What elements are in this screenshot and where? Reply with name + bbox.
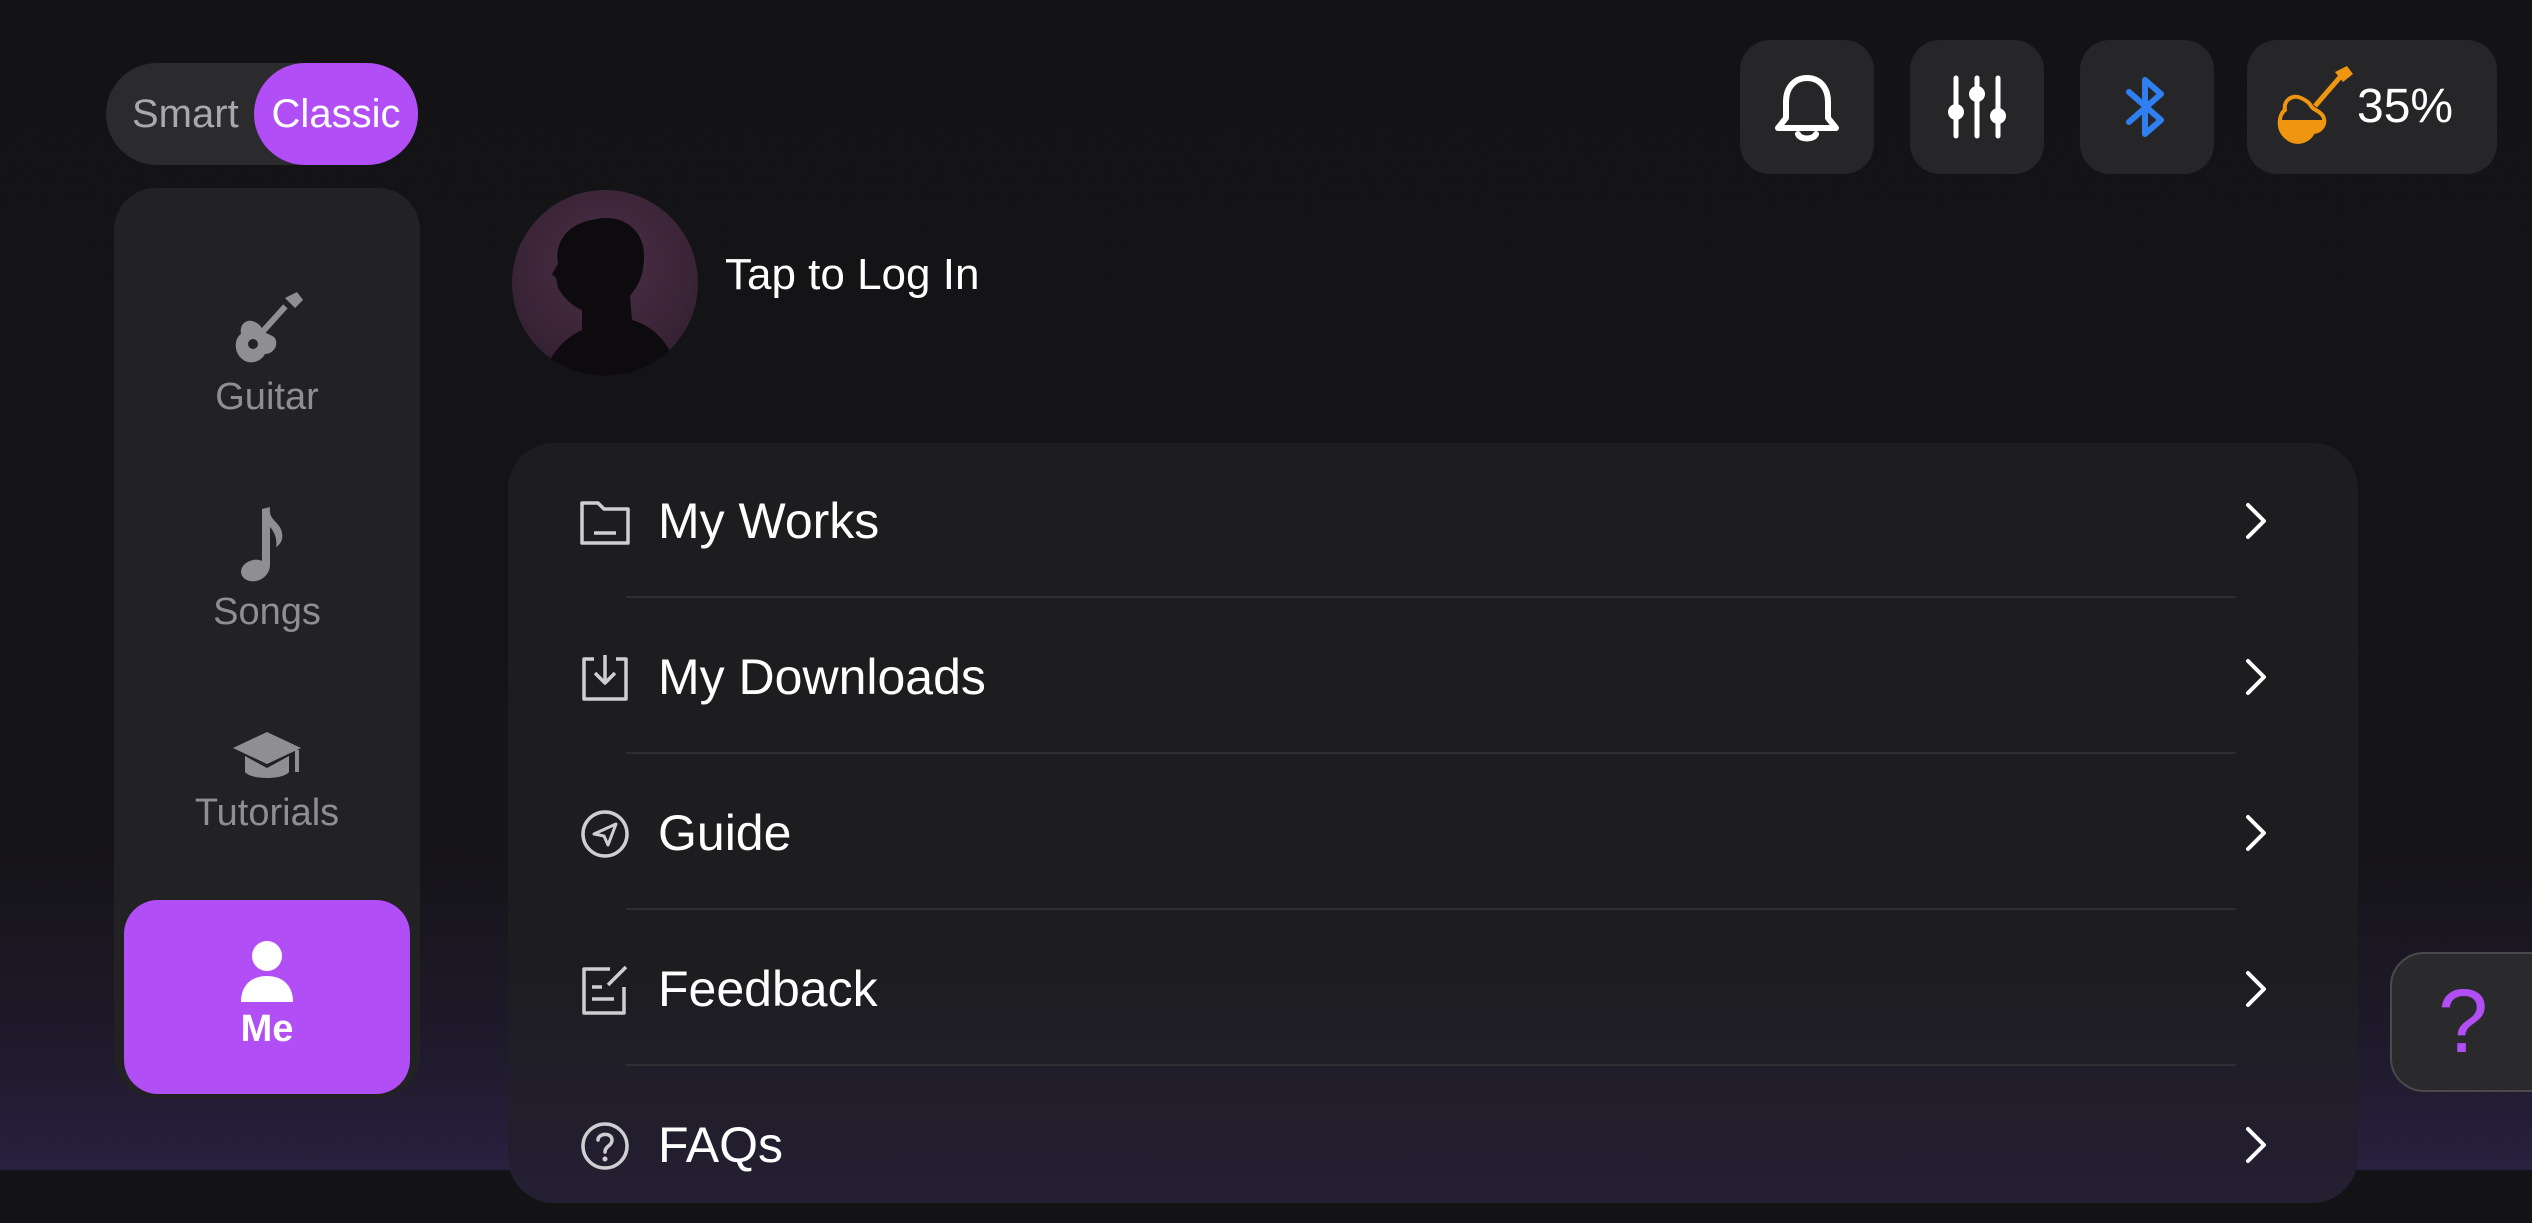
sidebar-item-label: Tutorials <box>194 792 340 834</box>
notifications-button[interactable] <box>1740 40 1874 174</box>
mode-toggle[interactable]: Smart Classic <box>106 63 418 165</box>
divider <box>626 908 2236 910</box>
sidebar-item-label: Me <box>240 1008 294 1050</box>
sidebar-item-tutorials[interactable]: Tutorials <box>114 728 420 835</box>
sidebar-item-guitar[interactable]: Guitar <box>114 288 420 419</box>
download-icon <box>582 655 628 701</box>
divider <box>626 1064 2236 1066</box>
bluetooth-icon <box>2126 77 2164 137</box>
battery-guitar-icon <box>2277 66 2353 144</box>
chevron-right-icon <box>2246 659 2266 695</box>
chevron-right-icon <box>2246 815 2266 851</box>
login-prompt[interactable]: Tap to Log In <box>725 250 979 300</box>
mode-classic-option[interactable]: Classic <box>254 63 418 165</box>
sidebar-item-label: Songs <box>213 591 321 633</box>
graduation-cap-icon <box>233 732 301 778</box>
menu-item-my-works[interactable]: My Works <box>508 443 2358 599</box>
help-button[interactable]: ? <box>2390 952 2532 1092</box>
user-silhouette-icon <box>542 217 680 376</box>
avatar[interactable] <box>512 190 698 376</box>
feedback-icon <box>582 965 628 1015</box>
sidebar: Guitar Songs Tutorials Me <box>114 188 420 1098</box>
guitar-battery-indicator[interactable]: 35% <box>2247 40 2497 174</box>
bell-icon <box>1775 75 1839 142</box>
person-icon <box>241 941 293 1002</box>
menu-item-feedback[interactable]: Feedback <box>508 911 2358 1067</box>
menu-item-label: Feedback <box>658 961 878 1017</box>
bluetooth-button[interactable] <box>2080 40 2214 174</box>
sidebar-item-songs[interactable]: Songs <box>114 503 420 634</box>
menu-item-label: Guide <box>658 805 792 861</box>
mixer-button[interactable] <box>1910 40 2044 174</box>
help-question-mark: ? <box>2438 972 2489 1072</box>
chevron-right-icon <box>2246 971 2266 1007</box>
menu-card: My Works My Downloads Guide Feedback FAQ… <box>508 443 2358 1203</box>
battery-percentage: 35% <box>2357 80 2454 133</box>
question-circle-icon <box>581 1122 629 1170</box>
guitar-icon <box>235 292 303 363</box>
menu-item-guide[interactable]: Guide <box>508 755 2358 911</box>
mode-smart-option[interactable]: Smart <box>132 63 239 165</box>
compass-icon <box>581 810 629 858</box>
music-note-icon <box>241 507 283 582</box>
sidebar-item-me[interactable]: Me <box>124 900 410 1094</box>
menu-item-my-downloads[interactable]: My Downloads <box>508 599 2358 755</box>
chevron-right-icon <box>2246 1127 2266 1163</box>
divider <box>626 596 2236 598</box>
divider <box>626 752 2236 754</box>
menu-item-label: My Works <box>658 493 880 549</box>
sidebar-item-label: Guitar <box>215 376 319 418</box>
mixer-icon <box>1948 75 2006 139</box>
menu-item-faqs[interactable]: FAQs <box>508 1067 2358 1223</box>
menu-item-label: My Downloads <box>658 649 986 705</box>
menu-item-label: FAQs <box>658 1117 784 1173</box>
folder-icon <box>580 501 630 545</box>
chevron-right-icon <box>2246 503 2266 539</box>
